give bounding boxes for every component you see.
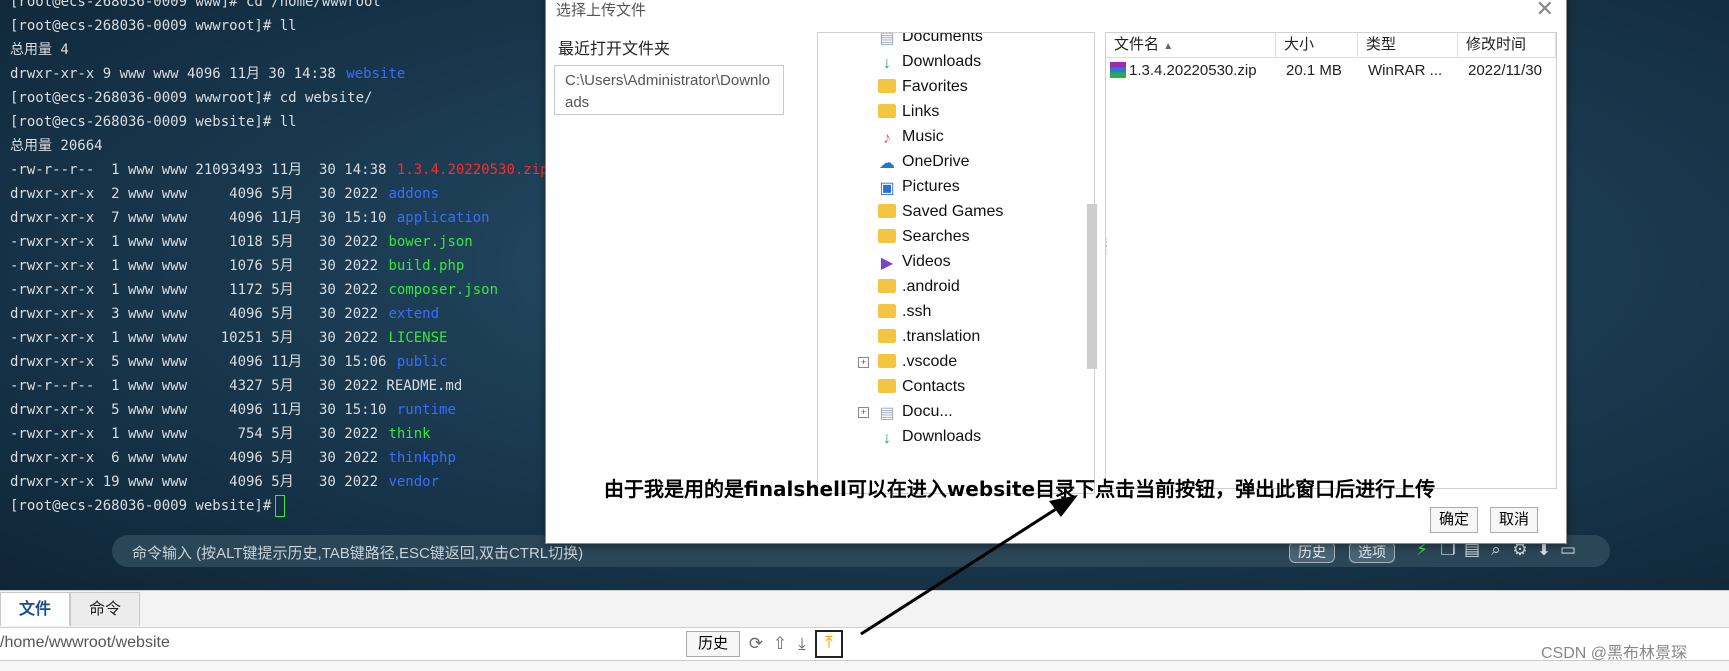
annotation-arrow	[860, 495, 1078, 636]
